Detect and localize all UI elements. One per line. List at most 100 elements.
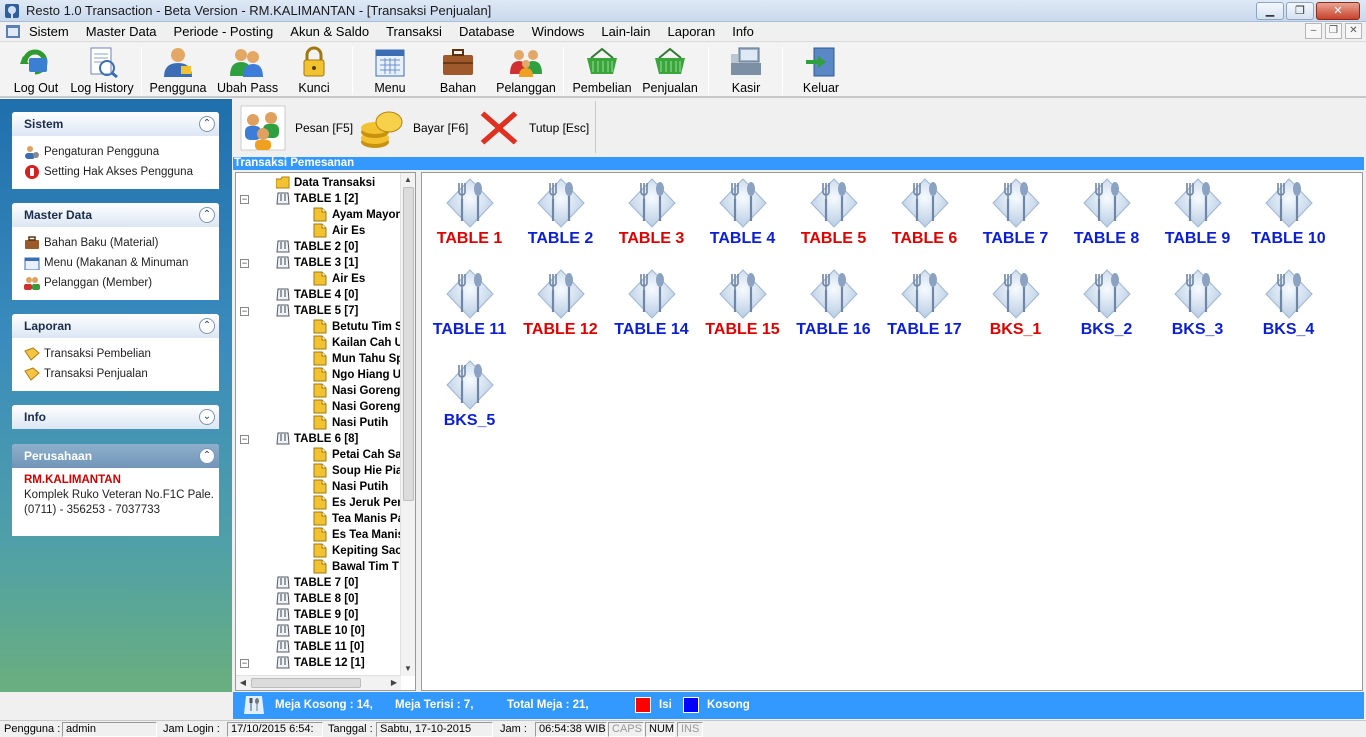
- table-tile[interactable]: TABLE 15: [697, 265, 788, 351]
- table-tile[interactable]: BKS_2: [1061, 265, 1152, 351]
- menu-item[interactable]: Laporan: [668, 24, 716, 39]
- tree-vertical-scrollbar[interactable]: ▲ ▼: [400, 173, 415, 676]
- table-tile[interactable]: TABLE 14: [606, 265, 697, 351]
- menu-item[interactable]: Sistem: [29, 24, 69, 39]
- tree-item-node[interactable]: Kailan Cah U: [236, 335, 402, 351]
- collapse-icon[interactable]: −: [240, 659, 249, 668]
- tree-item-node[interactable]: Mun Tahu Sp: [236, 351, 402, 367]
- minimize-button[interactable]: ▁: [1256, 2, 1284, 20]
- tutup-button[interactable]: Tutup [Esc]: [477, 103, 589, 153]
- table-tile[interactable]: TABLE 5: [788, 174, 879, 260]
- collapse-icon[interactable]: ⌃: [199, 318, 215, 334]
- tree-item-node[interactable]: Es Jeruk Per: [236, 495, 402, 511]
- table-tile[interactable]: TABLE 2: [515, 174, 606, 260]
- table-tile[interactable]: TABLE 17: [879, 265, 970, 351]
- tree-item-node[interactable]: Tea Manis Pa: [236, 511, 402, 527]
- menu-item[interactable]: Periode - Posting: [174, 24, 274, 39]
- table-tile[interactable]: TABLE 3: [606, 174, 697, 260]
- collapse-icon[interactable]: ⌃: [199, 207, 215, 223]
- table-tile[interactable]: BKS_5: [424, 356, 515, 442]
- panel-header-perusahaan[interactable]: Perusahaan ⌃: [12, 444, 219, 468]
- pesan-button[interactable]: Pesan [F5]: [239, 103, 353, 153]
- menu-item[interactable]: Info: [732, 24, 754, 39]
- table-tile[interactable]: BKS_1: [970, 265, 1061, 351]
- table-tile[interactable]: BKS_4: [1243, 265, 1334, 351]
- menu-item[interactable]: Lain-lain: [601, 24, 650, 39]
- toolbar-button-ubah-pass[interactable]: Ubah Pass: [217, 46, 278, 96]
- tree-item-node[interactable]: Soup Hie Pia: [236, 463, 402, 479]
- tree-table-node[interactable]: − TABLE 6 [8]: [236, 431, 402, 447]
- scroll-thumb[interactable]: [251, 678, 361, 688]
- table-tile[interactable]: TABLE 6: [879, 174, 970, 260]
- tree-item-node[interactable]: Bawal Tim T: [236, 559, 402, 575]
- sidebar-item-bahan-baku[interactable]: Bahan Baku (Material): [24, 233, 219, 253]
- table-tile[interactable]: BKS_3: [1152, 265, 1243, 351]
- tree-item-node[interactable]: Ayam Mayon: [236, 207, 402, 223]
- tree-item-node[interactable]: Nasi Goreng: [236, 383, 402, 399]
- toolbar-button-log-out[interactable]: Log Out: [11, 46, 61, 96]
- sidebar-item-transaksi-penjualan[interactable]: Transaksi Penjualan: [24, 364, 219, 384]
- tree-item-node[interactable]: Nasi Putih: [236, 415, 402, 431]
- sidebar-item-hak-akses[interactable]: Setting Hak Akses Pengguna: [24, 162, 219, 182]
- toolbar-button-penjualan[interactable]: Penjualan: [640, 46, 700, 96]
- menu-item[interactable]: Database: [459, 24, 515, 39]
- table-tile[interactable]: TABLE 16: [788, 265, 879, 351]
- tree-item-node[interactable]: Kepiting Sao: [236, 543, 402, 559]
- toolbar-button-pelanggan[interactable]: Pelanggan: [496, 46, 556, 96]
- tree-table-node[interactable]: − TABLE 3 [1]: [236, 255, 402, 271]
- tree-table-node[interactable]: − TABLE 5 [7]: [236, 303, 402, 319]
- tree-item-node[interactable]: Nasi Putih: [236, 479, 402, 495]
- panel-header-laporan[interactable]: Laporan ⌃: [12, 314, 219, 338]
- toolbar-button-kunci[interactable]: Kunci: [295, 46, 333, 96]
- sidebar-item-pelanggan[interactable]: Pelanggan (Member): [24, 273, 219, 293]
- table-tile[interactable]: TABLE 7: [970, 174, 1061, 260]
- panel-header-sistem[interactable]: Sistem ⌃: [12, 112, 219, 136]
- tree-table-node[interactable]: TABLE 8 [0]: [236, 591, 402, 607]
- toolbar-button-pengguna[interactable]: Pengguna: [149, 46, 207, 96]
- tree-item-node[interactable]: Nasi Goreng: [236, 399, 402, 415]
- toolbar-button-bahan[interactable]: Bahan: [436, 46, 480, 96]
- menu-item[interactable]: Transaksi: [386, 24, 442, 39]
- toolbar-button-keluar[interactable]: Keluar: [801, 46, 841, 96]
- panel-header-info[interactable]: Info ⌄: [12, 405, 219, 429]
- toolbar-button-log-history[interactable]: Log History: [67, 46, 137, 96]
- toolbar-button-pembelian[interactable]: Pembelian: [571, 46, 633, 96]
- toolbar-button-kasir[interactable]: Kasir: [726, 46, 766, 96]
- sidebar-item-pengaturan-pengguna[interactable]: Pengaturan Pengguna: [24, 142, 219, 162]
- tree-table-node[interactable]: TABLE 11 [0]: [236, 639, 402, 655]
- table-tile[interactable]: TABLE 1: [424, 174, 515, 260]
- tree-item-node[interactable]: Air Es: [236, 271, 402, 287]
- collapse-icon[interactable]: −: [240, 259, 249, 268]
- transaction-tree[interactable]: Data Transaksi − TABLE 1 [2] Ayam Mayon Air…: [235, 172, 416, 691]
- collapse-icon[interactable]: −: [240, 435, 249, 444]
- close-button[interactable]: ✕: [1316, 2, 1360, 20]
- collapse-icon[interactable]: ⌃: [199, 448, 215, 464]
- collapse-icon[interactable]: −: [240, 307, 249, 316]
- tree-item-node[interactable]: Air Es: [236, 223, 402, 239]
- table-tile[interactable]: TABLE 11: [424, 265, 515, 351]
- tree-item-node[interactable]: Es Tea Manis: [236, 527, 402, 543]
- tree-table-node[interactable]: TABLE 9 [0]: [236, 607, 402, 623]
- mdi-child-icon[interactable]: [6, 25, 20, 38]
- scroll-left-arrow[interactable]: ◀: [236, 676, 250, 690]
- collapse-icon[interactable]: ⌃: [199, 116, 215, 132]
- tree-item-node[interactable]: Ngo Hiang Ud: [236, 367, 402, 383]
- table-tile[interactable]: TABLE 10: [1243, 174, 1334, 260]
- table-tile[interactable]: TABLE 8: [1061, 174, 1152, 260]
- mdi-restore-button[interactable]: ❐: [1325, 23, 1342, 39]
- menu-item[interactable]: Master Data: [86, 24, 157, 39]
- menu-item[interactable]: Akun & Saldo: [290, 24, 369, 39]
- sidebar-item-menu[interactable]: Menu (Makanan & Minuman: [24, 253, 219, 273]
- panel-header-master-data[interactable]: Master Data ⌃: [12, 203, 219, 227]
- collapse-icon[interactable]: −: [240, 195, 249, 204]
- tree-table-node[interactable]: − TABLE 1 [2]: [236, 191, 402, 207]
- scroll-down-arrow[interactable]: ▼: [401, 662, 415, 676]
- toolbar-button-menu[interactable]: Menu: [368, 46, 412, 96]
- mdi-close-button[interactable]: ✕: [1345, 23, 1362, 39]
- scroll-up-arrow[interactable]: ▲: [401, 173, 415, 187]
- menu-item[interactable]: Windows: [532, 24, 585, 39]
- tree-table-node[interactable]: TABLE 4 [0]: [236, 287, 402, 303]
- table-tile[interactable]: TABLE 12: [515, 265, 606, 351]
- tree-item-node[interactable]: Petai Cah Sa: [236, 447, 402, 463]
- mdi-minimize-button[interactable]: –: [1305, 23, 1322, 39]
